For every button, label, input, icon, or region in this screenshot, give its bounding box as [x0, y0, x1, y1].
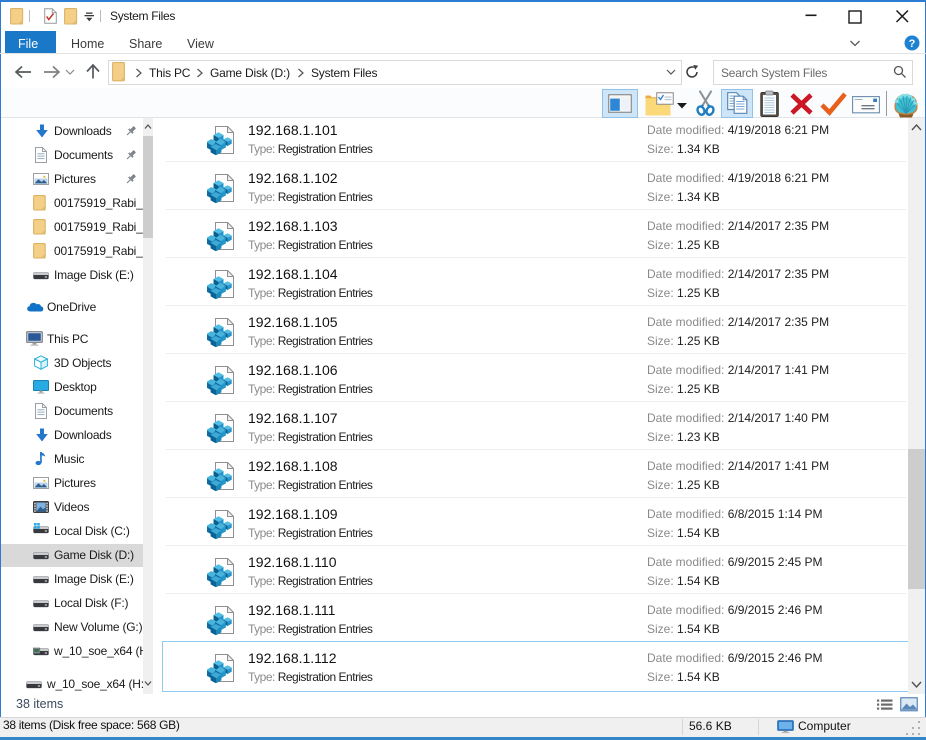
svg-text:?: ?	[909, 38, 916, 50]
